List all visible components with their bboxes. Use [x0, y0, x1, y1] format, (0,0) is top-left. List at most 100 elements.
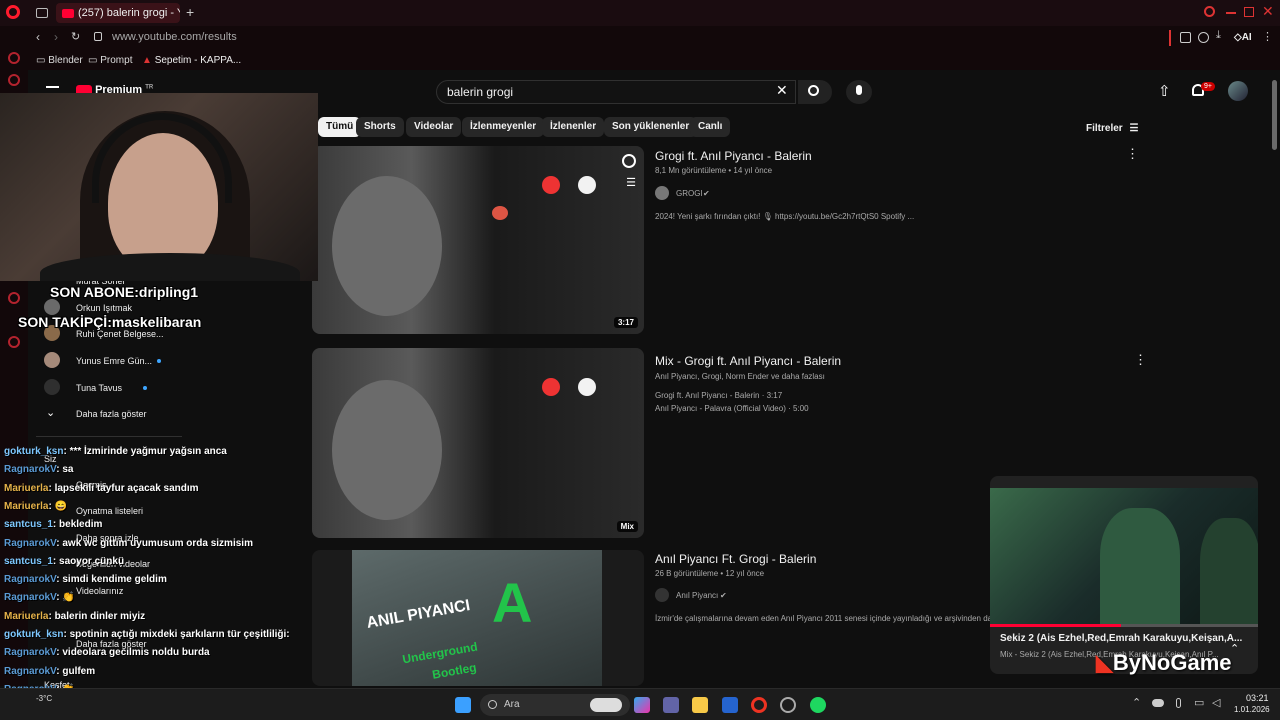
chat-username[interactable]: RagnarokV: [4, 538, 56, 549]
sidebar-accent-bar: [1169, 30, 1171, 46]
chat-username[interactable]: santcus_1: [4, 556, 53, 567]
chip-watched[interactable]: İzlenenler: [542, 117, 605, 137]
bookmark-prompt[interactable]: ▭ Prompt: [88, 55, 132, 66]
mix-artists: Anıl Piyancı, Grogi, Norm Ender ve daha …: [655, 372, 825, 381]
tray-network-icon[interactable]: ▭: [1194, 696, 1204, 709]
download-icon[interactable]: ⤓: [1216, 29, 1221, 42]
chip-live[interactable]: Canlı: [690, 117, 731, 137]
opera-taskbar-icon[interactable]: [751, 697, 767, 713]
extensions-icon[interactable]: [1180, 32, 1191, 43]
channel-name[interactable]: Anıl Piyancı: [676, 591, 718, 600]
weather-cloud-icon[interactable]: [590, 698, 622, 712]
chip-all[interactable]: Tümü: [318, 117, 362, 137]
snapshot-icon[interactable]: [1198, 32, 1209, 43]
sidebar-bookmarks-icon[interactable]: [8, 74, 20, 86]
windows-start-icon[interactable]: [455, 697, 471, 713]
mix-track[interactable]: Anıl Piyancı - Palavra (Official Video) …: [655, 404, 809, 413]
chip-unwatched[interactable]: İzlenmeyenler: [462, 117, 545, 137]
sidebar-settings-icon[interactable]: [8, 336, 20, 348]
chat-username[interactable]: gokturk_ksn: [4, 629, 63, 640]
clear-search-icon[interactable]: ✕: [776, 82, 788, 99]
video-title[interactable]: Anıl Piyancı Ft. Grogi - Balerin: [655, 552, 816, 566]
video-thumbnail[interactable]: ANIL PIYANCI A Underground Bootleg: [312, 550, 644, 686]
search-tabs-icon[interactable]: [1204, 6, 1215, 17]
sidebar-subscription[interactable]: Orkun Işıtmak: [76, 303, 132, 313]
mix-track[interactable]: Grogi ft. Anıl Piyancı - Balerin · 3:17: [655, 391, 782, 400]
sidebar-your-videos[interactable]: Videolarınız: [76, 586, 123, 596]
search-button[interactable]: [798, 80, 832, 104]
video-thumbnail[interactable]: 3:17 ☰: [312, 146, 644, 334]
browser-tab-youtube[interactable]: (257) balerin grogi - Yo: [56, 3, 180, 23]
minimize-button[interactable]: [1226, 12, 1236, 14]
more-options-icon[interactable]: ⋮: [1126, 146, 1139, 162]
show-more-button[interactable]: Daha fazla göster: [76, 409, 147, 419]
chat-username[interactable]: RagnarokV: [4, 592, 56, 603]
sidebar-subscription[interactable]: Tuna Tavus: [76, 383, 122, 393]
tray-mic-icon[interactable]: [1176, 698, 1181, 708]
chat-username[interactable]: RagnarokV: [4, 574, 56, 585]
chat-username[interactable]: RagnarokV: [4, 464, 56, 475]
back-button[interactable]: ‹: [36, 30, 40, 44]
channel-avatar[interactable]: [655, 588, 669, 602]
tray-chevron-icon[interactable]: ⌃: [1132, 696, 1141, 709]
chat-username[interactable]: RagnarokV: [4, 647, 56, 658]
new-tab-button[interactable]: +: [186, 4, 194, 20]
chat-username[interactable]: RagnarokV: [4, 666, 56, 677]
new-content-dot: [143, 386, 147, 390]
copilot-icon[interactable]: [634, 697, 650, 713]
sidebar-speed-dial-icon[interactable]: [8, 52, 20, 64]
sidebar-playlists[interactable]: Oynatma listeleri: [76, 506, 143, 516]
todo-icon[interactable]: [722, 697, 738, 713]
chip-videos[interactable]: Videolar: [406, 117, 462, 137]
clock-date[interactable]: 1.01.2026: [1234, 705, 1270, 714]
chat-username[interactable]: Mariuerla: [4, 501, 48, 512]
channel-name[interactable]: GROGI: [676, 189, 703, 198]
opera-gx-icon[interactable]: [780, 697, 796, 713]
chat-text: : saoyor çünkü: [52, 555, 125, 567]
address-field[interactable]: www.youtube.com/results: [112, 31, 237, 43]
account-avatar[interactable]: [1228, 81, 1248, 101]
page-scrollbar[interactable]: [1272, 80, 1277, 150]
more-options-icon[interactable]: ⋮: [1134, 352, 1147, 368]
sidebar-history-icon[interactable]: [8, 292, 20, 304]
bookmark-sepetim[interactable]: ▲ Sepetim - KAPPA...: [142, 55, 241, 66]
upload-icon[interactable]: ⇧: [1158, 82, 1171, 100]
spotify-icon[interactable]: [810, 697, 826, 713]
forward-button[interactable]: ›: [54, 30, 58, 44]
chat-username[interactable]: Mariuerla: [4, 611, 48, 622]
miniplayer-video[interactable]: [990, 488, 1258, 626]
mic-icon: [856, 85, 862, 95]
teams-icon[interactable]: [663, 697, 679, 713]
voice-search-button[interactable]: [846, 80, 872, 104]
search-input[interactable]: balerin grogi: [436, 80, 796, 104]
reload-button[interactable]: ↻: [71, 30, 80, 43]
video-title[interactable]: Grogi ft. Anıl Piyancı - Balerin: [655, 149, 812, 163]
add-to-queue-icon[interactable]: ☰: [626, 176, 636, 189]
opera-logo-icon[interactable]: [6, 5, 20, 19]
tab-switcher-icon[interactable]: [36, 8, 48, 18]
tray-volume-icon[interactable]: ◁: [1212, 696, 1220, 709]
sidebar-subscription[interactable]: Ruhi Çenet Belgese...: [76, 329, 164, 339]
tray-cloud-icon[interactable]: [1152, 699, 1164, 707]
chat-username[interactable]: Mariuerla: [4, 483, 48, 494]
chip-recently-uploaded[interactable]: Son yüklenenler: [604, 117, 698, 137]
ai-button[interactable]: ◇AI: [1234, 32, 1252, 43]
menu-icon[interactable]: ⋮: [1262, 30, 1273, 43]
chat-username[interactable]: gokturk_ksn: [4, 446, 63, 457]
chat-username[interactable]: santcus_1: [4, 519, 53, 530]
sidebar-subscription[interactable]: Yunus Emre Gün...: [76, 356, 152, 366]
clock-time[interactable]: 03:21: [1246, 693, 1269, 703]
miniplayer-title[interactable]: Sekiz 2 (Ais Ezhel,Red,Emrah Karakuyu,Ke…: [1000, 633, 1242, 644]
close-window-button[interactable]: ✕: [1262, 3, 1274, 20]
filters-button[interactable]: Filtreler ☰: [1086, 123, 1138, 134]
miniplayer[interactable]: Sekiz 2 (Ais Ezhel,Red,Emrah Karakuyu,Ke…: [990, 476, 1258, 674]
video-thumbnail[interactable]: Mix: [312, 348, 644, 538]
file-explorer-icon[interactable]: [692, 697, 708, 713]
chip-shorts[interactable]: Shorts: [356, 117, 404, 137]
maximize-button[interactable]: [1244, 7, 1254, 17]
album-logo: A: [492, 571, 533, 634]
watch-later-icon[interactable]: [622, 154, 636, 168]
bookmark-blender[interactable]: ▭ Blender: [36, 55, 83, 66]
video-title[interactable]: Mix - Grogi ft. Anıl Piyancı - Balerin: [655, 354, 841, 368]
channel-avatar[interactable]: [655, 186, 669, 200]
